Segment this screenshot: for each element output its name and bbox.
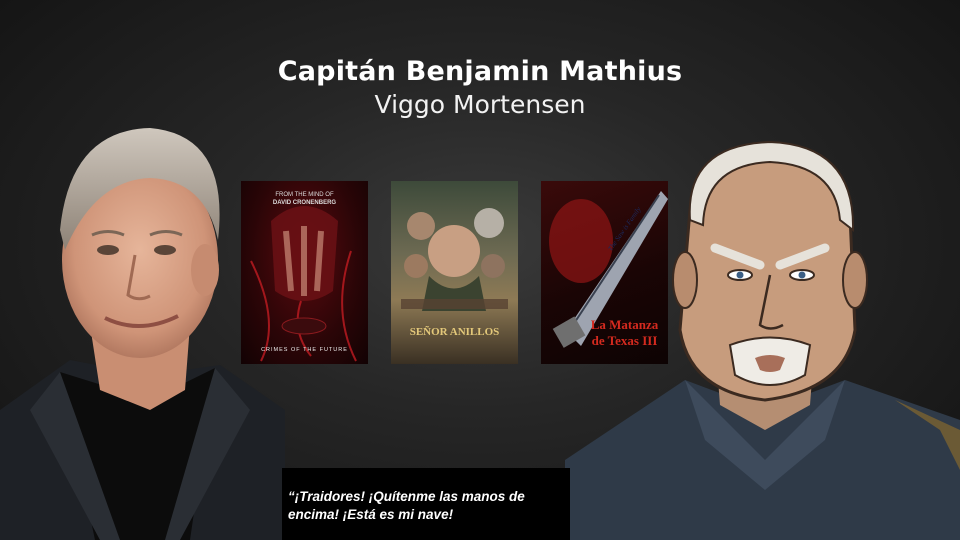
- character-illustration: [565, 130, 960, 540]
- poster-2-title: SEÑOR ANILLOS: [409, 326, 500, 338]
- poster-crimes-of-the-future: FROM THE MIND OF DAVID CRONENBERG CRIMES…: [241, 181, 368, 364]
- poster-1-bottom-text: CRIMES OF THE FUTURE: [261, 347, 348, 353]
- quote-text: “¡Traidores! ¡Quítenme las manos de enci…: [288, 489, 525, 522]
- poster-senor-de-los-anillos: SEÑOR ANILLOS: [391, 181, 518, 364]
- character-name-title: Capitán Benjamin Mathius: [277, 56, 683, 87]
- quote-box: “¡Traidores! ¡Quítenme las manos de enci…: [282, 468, 570, 540]
